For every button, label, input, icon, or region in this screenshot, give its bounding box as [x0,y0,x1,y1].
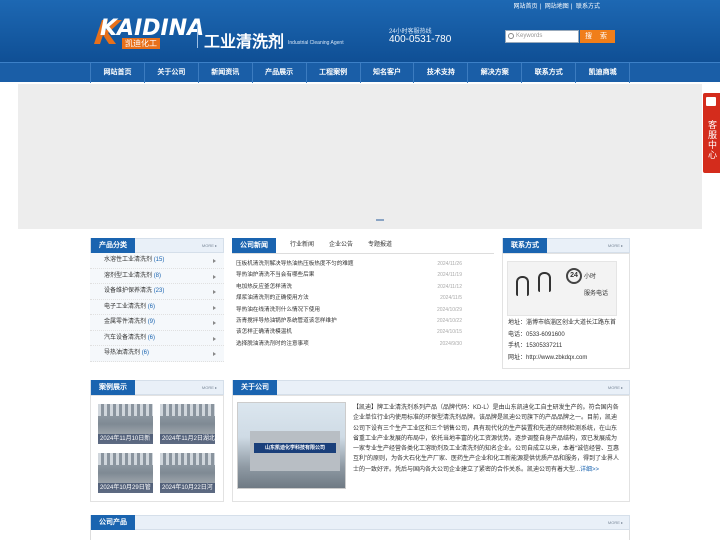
toplink-contact[interactable]: 联系方式 [576,4,600,10]
news-item[interactable]: 压板机清洗剂解决导热油热压板热度不匀的难题 2024/11/26 [236,259,462,270]
category-item[interactable]: 水溶性工业清洗剂 (15) [90,253,224,269]
about-text: 【凯迪】牌工业清洗剂系列产品（品牌代码：KD-L）是由山东凯迪化工自主研发生产的… [353,405,620,473]
nav-news[interactable]: 新闻资讯 [197,63,252,83]
hotline-number: 400-0531-780 [389,34,452,45]
products-box [90,530,630,540]
search-icon [508,33,514,39]
search-input[interactable]: Keywords [505,30,579,43]
news-item[interactable]: 选择脱油清洗剂时的注意事项 2024/9/30 [236,339,462,350]
about-header: 关于公司 MORE ▸ [232,380,630,395]
top-links: 网站首页 | 网站地图 | 联系方式 [513,4,600,10]
header-divider [197,24,198,48]
nav-products[interactable]: 产品展示 [251,63,306,83]
news-item[interactable]: 沥青搅拌导热油锅炉系统管道该怎样维护 2024/10/22 [236,316,462,327]
news-item[interactable]: 导热油炉清洗不当会有哪些后果 2024/11/19 [236,270,462,281]
24h-badge: 24 [566,268,582,284]
news-item[interactable]: 导热油在线清洗剂什么情况下使用 2024/10/29 [236,305,462,316]
contact-mobile: 手机：15305337211 [508,343,563,349]
nav-contact[interactable]: 联系方式 [521,63,575,83]
category-item[interactable]: 溶剂型工业清洗剂 (8) [90,268,224,284]
headset-icon [538,272,551,292]
banner-indicator[interactable] [376,219,384,221]
search-button[interactable]: 搜 索 [580,30,615,43]
categories-more[interactable]: MORE ▸ [202,243,217,248]
categories-header: 产品分类 MORE ▸ [90,238,224,253]
contact-more[interactable]: MORE ▸ [608,243,623,248]
about-title: 关于公司 [233,380,277,395]
about-more[interactable]: MORE ▸ [608,385,623,390]
contact-address: 地址：淄博市临淄区创业大道长江路东首 [508,320,617,326]
header: 网站首页 | 网站地图 | 联系方式 KAIDINA 凯迪化工 工业清洗剂 Indu… [0,0,720,62]
tab-announcements[interactable]: 企业公告 [329,238,353,253]
case-thumbnail[interactable]: 2024年11月10日新 [98,404,153,444]
contact-title: 联系方式 [503,238,547,253]
contact-info: 地址：淄博市临淄区创业大道长江路东首 电话：0533-6091600 手机：15… [508,318,620,364]
news-tabs: 公司新闻 行业新闻 企业公告 专题报道 [232,238,494,254]
category-item[interactable]: 汽车设备清洗剂 (6) [90,330,224,346]
category-list: 水溶性工业清洗剂 (15) 溶剂型工业清洗剂 (8) 设备维护保养清洗 (23)… [90,253,224,362]
case-thumbnail[interactable]: 2024年10月29日管 [98,453,153,493]
categories-title: 产品分类 [91,238,135,253]
nav-clients[interactable]: 知名客户 [359,63,414,83]
service-phone-label: 服务电话 [584,291,609,297]
category-item[interactable]: 设备维护保养清洗 (23) [90,284,224,300]
contact-header: 联系方式 MORE ▸ [502,238,630,253]
category-item[interactable]: 导热油清洗剂 (6) [90,346,224,362]
toplink-home[interactable]: 网站首页 [513,4,537,10]
contact-phone: 电话：0533-6091600 [508,331,565,338]
main-nav: 网站首页 关于公司 新闻资讯 产品展示 工程案例 知名客户 技术支持 解决方案 … [0,62,720,83]
nav-home[interactable]: 网站首页 [90,63,144,83]
tab-company-news[interactable]: 公司新闻 [232,238,276,253]
nav-solutions[interactable]: 解决方案 [467,63,521,83]
case-thumbnail[interactable]: 2024年10月22日河 [160,453,215,493]
tab-features[interactable]: 专题报道 [368,238,392,253]
logo-subtitle: 凯迪化工 [122,38,160,49]
products-title: 公司产品 [91,515,135,530]
chat-icon [706,97,716,106]
brand-subtitle: Industrial Cleaning Agent [288,40,344,46]
brand-title: 工业清洗剂 [204,32,285,51]
contact-website[interactable]: 网址：http://www.zbkdqx.com [508,353,620,365]
cases-title: 案例展示 [91,380,135,395]
toplink-sitemap[interactable]: 网站地图 [545,4,569,10]
nav-mall[interactable]: 凯迪商城 [575,63,631,83]
nav-cases[interactable]: 工程案例 [305,63,360,83]
about-detail-link[interactable]: 详细>> [580,467,599,473]
nav-support[interactable]: 技术支持 [413,63,467,83]
category-item[interactable]: 金属零件清洗剂 (9) [90,315,224,331]
hours-label: 小时 [584,274,597,280]
products-more[interactable]: MORE ▸ [608,520,623,525]
category-item[interactable]: 电子工业清洗剂 (6) [90,299,224,315]
news-list: 压板机清洗剂解决导热油热压板热度不匀的难题 2024/11/26 导热油炉清洗不当… [236,259,462,350]
nav-about[interactable]: 关于公司 [143,63,198,83]
cases-more[interactable]: MORE ▸ [202,385,217,390]
banner[interactable] [18,84,702,229]
building-sign: 山东凯迪化学科技有限公司 [254,443,336,453]
news-item[interactable]: 煤浆油清洗剂的正确使用方法 2024/11/5 [236,293,462,304]
cases-header: 案例展示 MORE ▸ [90,380,224,395]
products-header: 公司产品 MORE ▸ [90,515,630,530]
news-item[interactable]: 该怎样正确清洗模温机 2024/10/15 [236,327,462,338]
tab-industry-news[interactable]: 行业新闻 [290,238,314,253]
case-thumbnail[interactable]: 2024年11月2日湖北 [160,404,215,444]
news-item[interactable]: 电加热反应釜怎样清洗 2024/11/12 [236,282,462,293]
headset-icon [516,276,529,296]
about-photo[interactable]: 山东凯迪化学科技有限公司 [237,402,346,489]
